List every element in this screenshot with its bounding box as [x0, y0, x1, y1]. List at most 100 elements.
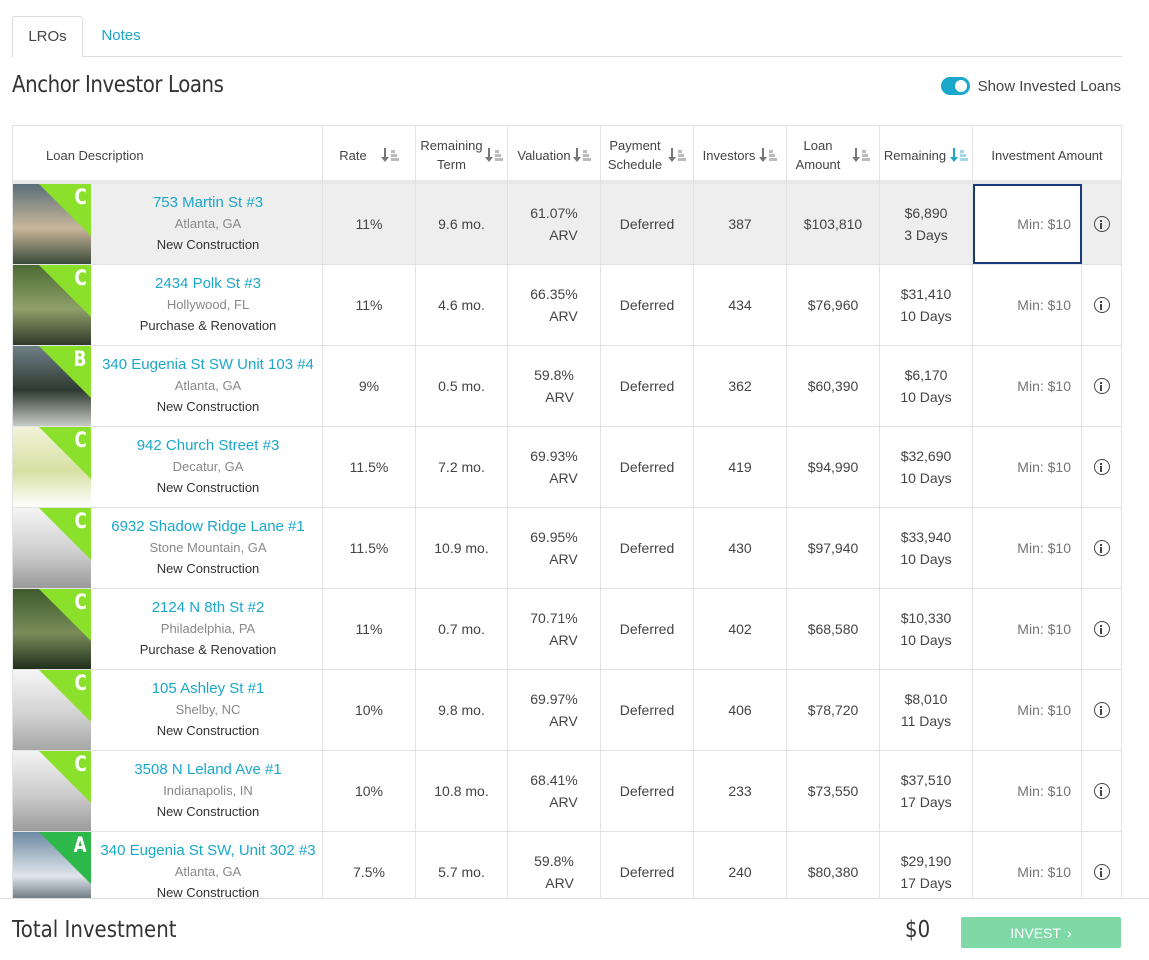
cell-term: 0.7 mo. — [416, 589, 508, 669]
cell-remaining: $8,010 11 Days — [880, 670, 973, 750]
investment-amount-input[interactable] — [975, 267, 1079, 343]
cell-schedule: Deferred — [601, 184, 694, 264]
column-header-investors[interactable]: Investors — [694, 126, 787, 184]
info-cell — [1082, 427, 1121, 507]
investment-amount-cell — [973, 508, 1082, 588]
investment-amount-input[interactable] — [975, 834, 1079, 898]
cell-remaining: $37,510 17 Days — [880, 751, 973, 831]
column-label: Remaining — [883, 147, 947, 163]
loan-type: Purchase & Renovation — [139, 642, 277, 657]
table-row[interactable]: C 2124 N 8th St #2 Philadelphia, PA Purchas… — [13, 589, 1121, 670]
info-icon[interactable] — [1093, 540, 1110, 556]
column-header-valuation[interactable]: Valuation — [508, 126, 601, 184]
cell-valuation: 69.93% ARV — [508, 427, 601, 507]
loan-name-link[interactable]: 2124 N 8th St #2 — [98, 597, 318, 618]
property-thumbnail[interactable]: C — [13, 427, 91, 507]
table-row[interactable]: C 942 Church Street #3 Decatur, GA New Cons… — [13, 427, 1121, 508]
valuation-value: 59.8% ARV — [534, 367, 574, 405]
loan-description: 753 Martin St #3 Atlanta, GA New Construct… — [98, 192, 318, 255]
loan-description-cell: C 2124 N 8th St #2 Philadelphia, PA Purchas… — [13, 589, 323, 669]
info-icon[interactable] — [1093, 783, 1110, 799]
sort-icon[interactable] — [852, 147, 871, 163]
cell-valuation: 69.97% ARV — [508, 670, 601, 750]
sort-icon[interactable] — [484, 147, 503, 163]
investment-amount-input[interactable] — [975, 348, 1079, 424]
table-row[interactable]: C 753 Martin St #3 Atlanta, GA New Construc… — [13, 184, 1121, 265]
table-row[interactable]: A 340 Eugenia St SW, Unit 302 #3 Atlanta, … — [13, 832, 1121, 898]
investment-amount-cell — [973, 589, 1082, 669]
loan-name-link[interactable]: 2434 Polk St #3 — [98, 273, 318, 294]
grade-letter: C — [74, 671, 87, 695]
info-icon[interactable] — [1093, 297, 1110, 313]
info-icon[interactable] — [1093, 621, 1110, 637]
property-thumbnail[interactable]: C — [13, 670, 91, 750]
loan-location: Stone Mountain, GA — [149, 540, 267, 555]
cell-remaining: $29,190 17 Days — [880, 832, 973, 898]
loan-name-link[interactable]: 340 Eugenia St SW, Unit 302 #3 — [98, 840, 318, 861]
info-icon[interactable] — [1093, 459, 1110, 475]
sort-icon[interactable] — [759, 147, 778, 163]
loan-name-link[interactable]: 340 Eugenia St SW Unit 103 #4 — [98, 354, 318, 375]
investment-amount-input[interactable] — [975, 591, 1079, 667]
loan-name-link[interactable]: 753 Martin St #3 — [98, 192, 318, 213]
investment-amount-input[interactable] — [975, 672, 1079, 748]
loan-description-cell: A 340 Eugenia St SW, Unit 302 #3 Atlanta, … — [13, 832, 323, 898]
table-row[interactable]: C 2434 Polk St #3 Hollywood, FL Purchase & … — [13, 265, 1121, 346]
property-thumbnail[interactable]: B — [13, 346, 91, 426]
loan-name-link[interactable]: 105 Ashley St #1 — [98, 678, 318, 699]
column-header-schedule[interactable]: Payment Schedule — [601, 126, 694, 184]
loan-description: 340 Eugenia St SW, Unit 302 #3 Atlanta, G… — [98, 840, 318, 898]
page-title: Anchor Investor Loans — [12, 72, 224, 98]
column-header-term[interactable]: Remaining Term — [416, 126, 508, 184]
sort-icon[interactable] — [572, 147, 591, 163]
loan-name-link[interactable]: 3508 N Leland Ave #1 — [98, 759, 318, 780]
loan-location: Philadelphia, PA — [160, 621, 256, 636]
investment-amount-input[interactable] — [975, 429, 1079, 505]
column-label: Remaining Term — [420, 138, 483, 172]
investment-amount-cell — [973, 265, 1082, 345]
show-invested-toggle[interactable] — [940, 77, 970, 95]
cell-remaining: $33,940 10 Days — [880, 508, 973, 588]
sort-icon[interactable] — [380, 147, 399, 163]
property-thumbnail[interactable]: C — [13, 751, 91, 831]
info-icon[interactable] — [1093, 864, 1110, 880]
info-icon[interactable] — [1093, 216, 1110, 232]
column-label: Rate — [339, 147, 367, 163]
loan-location: Hollywood, FL — [166, 297, 250, 312]
cell-term: 9.6 mo. — [416, 184, 508, 264]
cell-amount: $68,580 — [787, 589, 880, 669]
table-row[interactable]: C 105 Ashley St #1 Shelby, NC New Construct… — [13, 670, 1121, 751]
info-icon[interactable] — [1093, 702, 1110, 718]
table-row[interactable]: B 340 Eugenia St SW Unit 103 #4 Atlanta, G… — [13, 346, 1121, 427]
property-thumbnail[interactable]: C — [13, 589, 91, 669]
column-header-loan-amount[interactable]: Loan Amount — [787, 126, 880, 184]
property-thumbnail[interactable]: A — [13, 832, 91, 898]
sort-icon-active[interactable] — [950, 147, 969, 163]
tab-lros[interactable]: LROs — [12, 16, 83, 58]
table-row[interactable]: C 6932 Shadow Ridge Lane #1 Stone Mountain… — [13, 508, 1121, 589]
investment-amount-cell — [973, 670, 1082, 750]
loan-name-link[interactable]: 942 Church Street #3 — [98, 435, 318, 456]
loan-name-link[interactable]: 6932 Shadow Ridge Lane #1 — [98, 516, 318, 537]
column-header-remaining[interactable]: Remaining — [880, 126, 973, 184]
info-icon[interactable] — [1093, 378, 1110, 394]
cell-investors: 362 — [694, 346, 787, 426]
remaining-value: $29,190 17 Days — [900, 853, 952, 891]
table-row[interactable]: C 3508 N Leland Ave #1 Indianapolis, IN New… — [13, 751, 1121, 832]
sort-icon[interactable] — [668, 147, 687, 163]
loan-type: New Construction — [156, 480, 260, 495]
investment-amount-input[interactable] — [975, 186, 1079, 262]
property-thumbnail[interactable]: C — [13, 184, 91, 264]
show-invested-toggle-group[interactable]: Show Invested Loans — [940, 75, 1121, 97]
property-thumbnail[interactable]: C — [13, 265, 91, 345]
column-header-rate[interactable]: Rate — [323, 126, 416, 184]
property-thumbnail[interactable]: C — [13, 508, 91, 588]
invest-button[interactable]: INVEST › — [961, 917, 1121, 948]
table-header: Loan Description Rate Remaining Term Valu… — [13, 126, 1121, 184]
investment-amount-input[interactable] — [975, 510, 1079, 586]
remaining-value: $32,690 10 Days — [900, 448, 952, 486]
cell-schedule: Deferred — [601, 346, 694, 426]
investment-amount-input[interactable] — [975, 753, 1079, 829]
loan-description: 2434 Polk St #3 Hollywood, FL Purchase & R… — [98, 273, 318, 336]
tab-notes[interactable]: Notes — [90, 16, 152, 57]
